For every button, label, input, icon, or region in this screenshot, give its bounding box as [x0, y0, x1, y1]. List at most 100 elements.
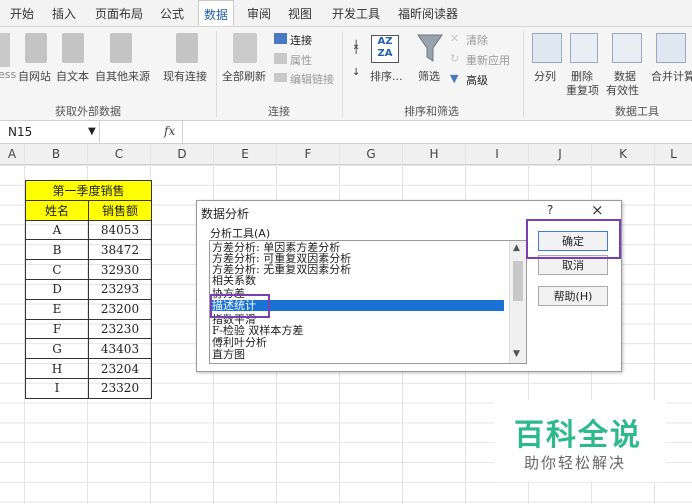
menu-home[interactable]: 开始: [10, 5, 34, 22]
sales-cell[interactable]: 23230: [88, 318, 152, 340]
list-scrollbar[interactable]: ▲ ▼: [509, 241, 526, 363]
col-header[interactable]: G: [340, 144, 403, 164]
list-item[interactable]: F-检验 双样本方差: [212, 325, 504, 336]
text-to-columns-button[interactable]: 分列: [534, 68, 556, 84]
sort-az-icon[interactable]: ↓ ↑: [352, 40, 364, 57]
name-cell[interactable]: I: [25, 377, 89, 399]
help-icon[interactable]: ?: [547, 203, 553, 217]
sales-cell[interactable]: 23200: [88, 298, 152, 320]
sales-cell[interactable]: 23293: [88, 278, 152, 300]
text-to-columns-icon[interactable]: [532, 33, 562, 63]
col-header[interactable]: F: [277, 144, 340, 164]
sort-button[interactable]: 排序...: [370, 68, 403, 84]
chevron-down-icon[interactable]: ▼: [513, 349, 520, 359]
reapply-button[interactable]: 重新应用: [466, 52, 510, 68]
header-cell-name[interactable]: 姓名: [25, 199, 89, 221]
name-cell[interactable]: H: [25, 358, 89, 379]
from-other-sources-icon[interactable]: [110, 33, 132, 63]
col-header[interactable]: J: [529, 144, 592, 164]
col-header[interactable]: B: [25, 144, 88, 164]
from-web-button[interactable]: 自网站: [18, 68, 51, 84]
menu-data[interactable]: 数据: [198, 0, 235, 26]
sales-cell[interactable]: 84053: [88, 219, 152, 241]
help-button[interactable]: 帮助(H): [538, 286, 608, 306]
sales-cell[interactable]: 43403: [88, 338, 152, 360]
col-header[interactable]: K: [592, 144, 655, 164]
existing-connections-icon[interactable]: [176, 33, 198, 63]
advanced-filter-button[interactable]: 高级: [466, 72, 488, 88]
connections-button[interactable]: 连接: [290, 32, 312, 48]
watermark-subtitle: 助你轻松解决: [524, 454, 627, 472]
list-item[interactable]: 方差分析: 无重复双因素分析: [212, 264, 504, 275]
col-header[interactable]: C: [88, 144, 151, 164]
col-header[interactable]: A: [0, 144, 25, 164]
watermark-logo: 百科全说 助你轻松解决: [494, 400, 666, 482]
data-validation-icon[interactable]: [612, 33, 642, 63]
sales-cell[interactable]: 23204: [88, 358, 152, 379]
menu-page-layout[interactable]: 页面布局: [95, 5, 143, 22]
col-header[interactable]: H: [403, 144, 466, 164]
clear-button[interactable]: 清除: [466, 32, 488, 48]
table-row: G 43403: [25, 338, 152, 360]
menu-developer[interactable]: 开发工具: [332, 5, 380, 22]
name-cell[interactable]: B: [25, 239, 89, 261]
data-validation-button-line2[interactable]: 有效性: [606, 82, 639, 98]
list-item[interactable]: 直方图: [212, 349, 504, 360]
name-cell[interactable]: G: [25, 338, 89, 360]
consolidate-button[interactable]: 合并计算: [651, 68, 692, 84]
menu-formulas[interactable]: 公式: [160, 5, 184, 22]
col-header[interactable]: I: [466, 144, 529, 164]
properties-button[interactable]: 属性: [290, 52, 312, 68]
list-item[interactable]: 相关系数: [212, 275, 504, 286]
from-text-icon[interactable]: [62, 33, 84, 63]
menu-review[interactable]: 审阅: [247, 5, 271, 22]
refresh-all-button[interactable]: 全部刷新: [222, 68, 266, 84]
remove-duplicates-button-line2[interactable]: 重复项: [566, 82, 599, 98]
refresh-all-icon[interactable]: [233, 33, 257, 63]
name-box[interactable]: N15 ▼: [0, 121, 100, 143]
fx-icon[interactable]: fx: [164, 124, 175, 138]
filter-button[interactable]: 筛选: [418, 68, 440, 84]
header-cell-sales[interactable]: 销售额: [88, 199, 152, 221]
sales-cell[interactable]: 23320: [88, 377, 152, 399]
existing-connections-button[interactable]: 现有连接: [163, 68, 207, 84]
scroll-thumb[interactable]: [513, 261, 523, 301]
list-item[interactable]: 方差分析: 单因素方差分析: [212, 242, 504, 253]
name-cell[interactable]: C: [25, 259, 89, 280]
access-icon[interactable]: [0, 33, 10, 67]
menu-insert[interactable]: 插入: [52, 5, 76, 22]
name-box-value: N15: [8, 125, 33, 139]
table-title-cell[interactable]: 第一季度销售: [25, 180, 152, 201]
list-item[interactable]: 傅利叶分析: [212, 337, 504, 348]
list-item[interactable]: 方差分析: 可重复双因素分析: [212, 253, 504, 264]
from-text-button[interactable]: 自文本: [56, 68, 89, 84]
name-cell[interactable]: F: [25, 318, 89, 340]
analysis-tools-label: 分析工具(A): [210, 227, 271, 240]
col-header[interactable]: E: [214, 144, 277, 164]
close-icon[interactable]: ×: [591, 201, 604, 219]
chevron-up-icon[interactable]: ▲: [513, 243, 520, 253]
sort-dialog-icon[interactable]: AZ ZA: [371, 35, 399, 63]
chevron-down-icon[interactable]: ▼: [88, 121, 96, 143]
ok-highlight-box: [526, 219, 621, 259]
name-cell[interactable]: A: [25, 219, 89, 241]
name-cell[interactable]: D: [25, 278, 89, 300]
remove-duplicates-icon[interactable]: [570, 33, 598, 63]
group-title-sort-filter: 排序和筛选: [404, 105, 459, 118]
menu-foxit[interactable]: 福昕阅读器: [398, 5, 458, 22]
table-row: C 32930: [25, 259, 152, 280]
filter-icon[interactable]: [416, 33, 444, 63]
sales-cell[interactable]: 38472: [88, 239, 152, 261]
properties-icon: [274, 53, 287, 64]
sort-za-icon[interactable]: ↓: [352, 67, 362, 81]
col-header[interactable]: D: [151, 144, 214, 164]
menu-view[interactable]: 视图: [288, 5, 312, 22]
from-other-sources-button[interactable]: 自其他来源: [95, 68, 150, 84]
edit-links-button[interactable]: 编辑链接: [290, 71, 334, 87]
sales-cell[interactable]: 32930: [88, 259, 152, 280]
from-web-icon[interactable]: [25, 33, 47, 63]
col-header[interactable]: L: [655, 144, 692, 164]
formula-input[interactable]: [182, 121, 692, 143]
consolidate-icon[interactable]: [656, 33, 686, 63]
name-cell[interactable]: E: [25, 298, 89, 320]
